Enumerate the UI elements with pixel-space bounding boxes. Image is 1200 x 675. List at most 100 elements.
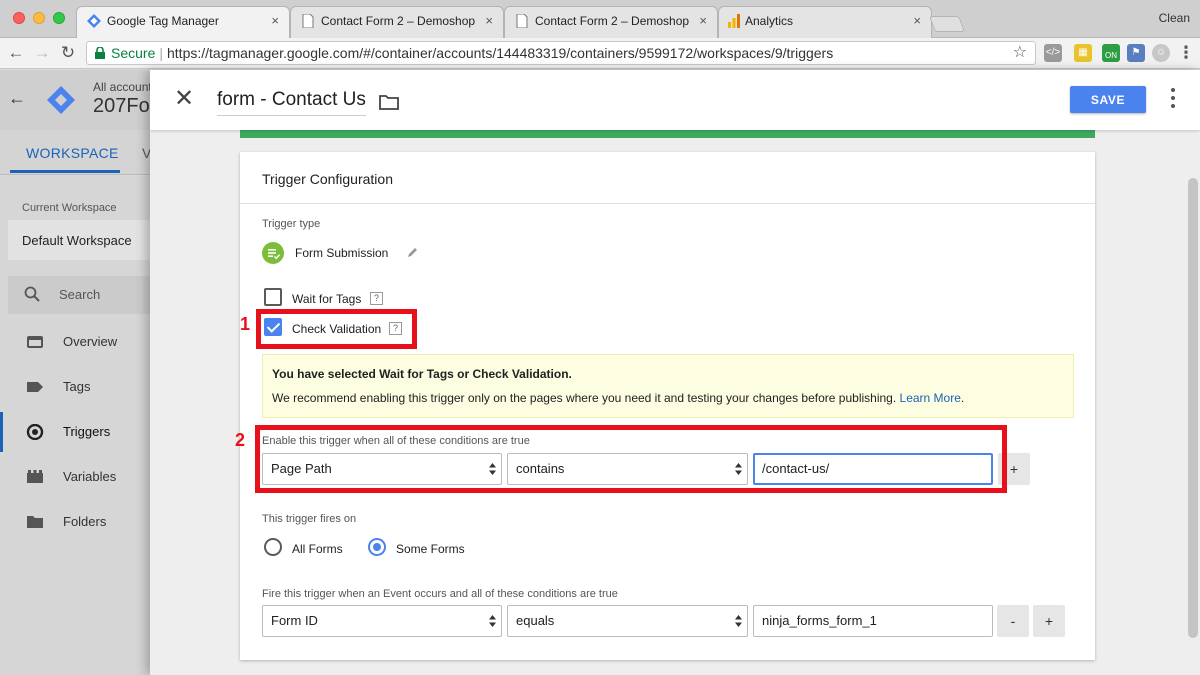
tab-close-icon[interactable]: ×	[913, 7, 921, 35]
secure-label: Secure	[111, 45, 156, 61]
search-placeholder: Search	[59, 287, 101, 302]
window-maximize-button[interactable]	[53, 12, 65, 24]
fire-value-input[interactable]: ninja_forms_form_1	[753, 605, 993, 637]
form-submission-icon[interactable]	[262, 242, 284, 264]
trigger-name-field[interactable]: form - Contact Us	[217, 89, 366, 116]
extension-on-icon[interactable]: ON	[1102, 44, 1120, 62]
learn-more-link[interactable]: Learn More	[900, 391, 961, 405]
url-text: https://tagmanager.google.com/#/containe…	[167, 45, 834, 61]
add-condition-button[interactable]: +	[1033, 605, 1065, 637]
browser-menu-icon[interactable]: ⋮	[1176, 42, 1196, 64]
profile-label[interactable]: Clean	[1159, 11, 1190, 25]
annotation-marker-2: 2	[235, 430, 246, 450]
sidebar-item-label: Triggers	[63, 424, 111, 439]
annotation-marker-1: 1	[240, 314, 251, 334]
extension-tag-icon[interactable]: ▦	[1074, 44, 1092, 62]
wait-for-tags-checkbox[interactable]	[264, 288, 282, 306]
fire-variable-select[interactable]: Form ID	[262, 605, 502, 637]
sidebar-item-overview[interactable]: Overview	[0, 322, 150, 362]
select-arrows-icon	[489, 615, 496, 627]
sidebar-item-label: Variables	[63, 469, 117, 484]
sidebar-item-label: Folders	[63, 514, 107, 529]
select-arrows-icon	[735, 615, 742, 627]
account-label: All account	[93, 80, 152, 94]
save-button[interactable]: SAVE	[1070, 86, 1146, 113]
sidebar-item-label: Tags	[63, 379, 91, 394]
window-minimize-button[interactable]	[33, 12, 45, 24]
tag-icon	[27, 382, 43, 392]
close-icon[interactable]: ✕	[174, 87, 194, 111]
browser-tab-analytics[interactable]: Analytics ×	[718, 6, 932, 38]
tab-title: Analytics	[745, 14, 794, 28]
browser-tab-contact-form-1[interactable]: Contact Form 2 – Demoshop ×	[290, 6, 504, 38]
divider	[240, 203, 1095, 204]
bookmark-star-icon[interactable]: ☆	[1013, 42, 1027, 64]
panel-header: ✕ form - Contact Us SAVE	[150, 70, 1200, 130]
panel-scrollbar[interactable]	[1188, 178, 1198, 638]
fires-on-label: This trigger fires on	[262, 513, 357, 525]
trigger-type-name[interactable]: Form Submission	[295, 246, 388, 260]
browser-tab-gtm[interactable]: Google Tag Manager ×	[76, 6, 290, 39]
browser-tab-contact-form-2[interactable]: Contact Form 2 – Demoshop ×	[504, 6, 718, 38]
gtm-app-header: ← All account 207Fo	[0, 70, 152, 130]
new-tab-button[interactable]	[929, 16, 965, 32]
gtm-favicon-icon	[87, 14, 101, 28]
variables-icon	[27, 470, 43, 483]
active-tab-indicator	[10, 170, 120, 173]
all-forms-radio[interactable]	[264, 538, 282, 556]
address-bar[interactable]: Secure | https://tagmanager.google.com/#/c…	[86, 41, 1036, 65]
sidebar-item-folders[interactable]: Folders	[0, 502, 150, 542]
tab-title: Contact Form 2 – Demoshop	[321, 14, 476, 28]
tab-title: Google Tag Manager	[107, 14, 219, 28]
window-close-button[interactable]	[13, 12, 25, 24]
warning-body: We recommend enabling this trigger only …	[272, 391, 965, 405]
container-name[interactable]: 207Fo	[93, 95, 150, 118]
trigger-icon	[26, 424, 44, 440]
validation-warning-banner: You have selected Wait for Tags or Check…	[262, 354, 1074, 418]
overview-icon	[27, 336, 43, 348]
back-arrow-icon[interactable]: ←	[8, 88, 26, 109]
sidebar-item-variables[interactable]: Variables	[0, 457, 150, 497]
tab-close-icon[interactable]: ×	[271, 7, 279, 35]
tag-configuration-card-edge	[240, 130, 1095, 138]
trigger-configuration-card: Trigger Configuration Trigger type Form …	[240, 152, 1095, 660]
trigger-type-label: Trigger type	[262, 218, 321, 230]
edit-pencil-icon[interactable]	[407, 246, 419, 258]
gtm-sidebar: Current Workspace Default Workspace Sear…	[0, 176, 150, 675]
tab-workspace[interactable]: WORKSPACE	[26, 145, 119, 161]
sidebar-search[interactable]: Search	[8, 276, 150, 314]
document-favicon-icon	[516, 14, 528, 28]
sidebar-item-tags[interactable]: Tags	[0, 367, 150, 407]
tab-close-icon[interactable]: ×	[485, 7, 493, 35]
forward-arrow-icon[interactable]: →	[32, 42, 52, 64]
extension-ghost-icon[interactable]: ☺	[1152, 44, 1170, 62]
back-arrow-icon[interactable]: ←	[6, 42, 26, 64]
more-options-icon[interactable]	[1169, 88, 1177, 112]
trigger-editor-panel: ✕ form - Contact Us SAVE Trigger Configu…	[150, 70, 1200, 675]
folder-icon	[27, 516, 43, 528]
sidebar-item-label: Overview	[63, 334, 118, 349]
reload-icon[interactable]: ↻	[58, 42, 78, 64]
all-forms-label: All Forms	[292, 542, 343, 556]
some-forms-label: Some Forms	[396, 542, 465, 556]
gtm-tab-bar: WORKSPACE V	[0, 130, 151, 175]
extension-flag-icon[interactable]: ⚑	[1127, 44, 1145, 62]
remove-condition-button[interactable]: -	[997, 605, 1029, 637]
tab-title: Contact Form 2 – Demoshop	[535, 14, 690, 28]
current-workspace-label: Current Workspace	[22, 202, 117, 214]
annotation-box-enable-conditions	[255, 425, 1007, 493]
document-favicon-icon	[302, 14, 314, 28]
some-forms-radio[interactable]	[368, 538, 386, 556]
fire-conditions-label: Fire this trigger when an Event occurs a…	[262, 588, 618, 600]
tab-close-icon[interactable]: ×	[699, 7, 707, 35]
warning-title: You have selected Wait for Tags or Check…	[272, 367, 572, 381]
workspace-selector[interactable]: Default Workspace	[8, 220, 150, 260]
extension-code-icon[interactable]: </>	[1044, 44, 1062, 62]
sidebar-item-triggers[interactable]: Triggers	[0, 412, 150, 452]
folder-icon[interactable]	[379, 94, 399, 110]
fire-operator-select[interactable]: equals	[507, 605, 748, 637]
annotation-box-check-validation	[256, 309, 417, 349]
analytics-favicon-icon	[728, 14, 740, 28]
card-title: Trigger Configuration	[262, 171, 393, 187]
help-icon[interactable]: ?	[370, 292, 383, 305]
